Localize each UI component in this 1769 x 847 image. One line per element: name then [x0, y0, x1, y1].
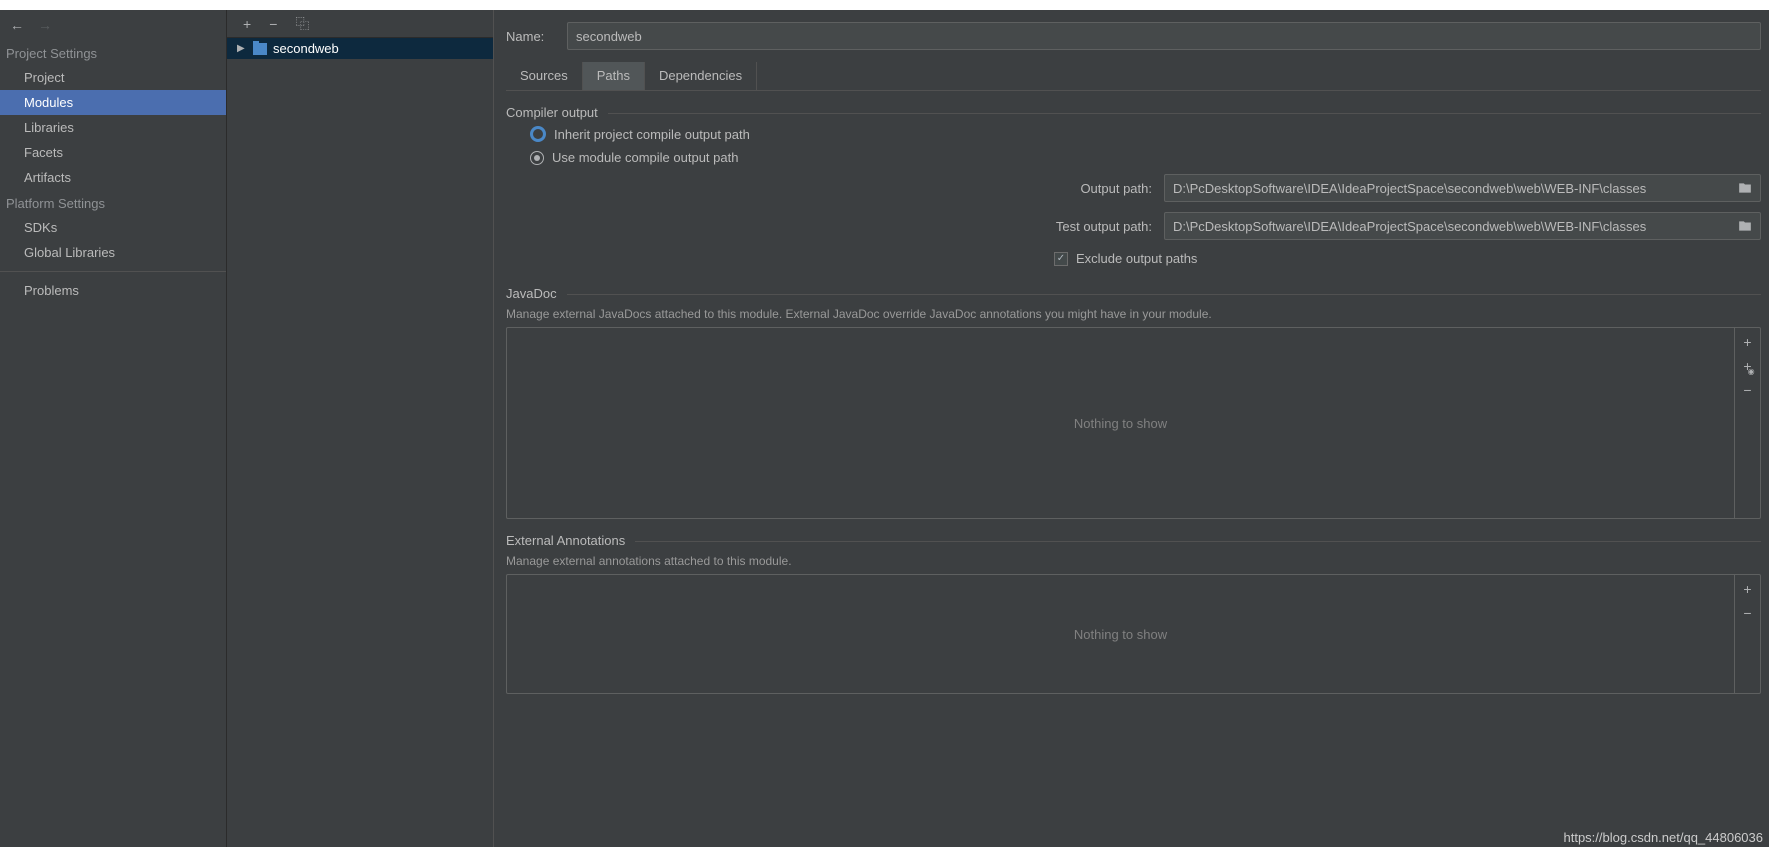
content-pane: Name: Sources Paths Dependencies Compile… — [494, 10, 1769, 847]
titlebar — [0, 0, 1769, 10]
section-project-settings: Project Settings — [0, 40, 226, 65]
module-tree-item[interactable]: ▶ secondweb — [227, 38, 493, 59]
ext-ann-label: External Annotations — [506, 533, 1761, 548]
exclude-output-label: Exclude output paths — [1076, 251, 1197, 266]
radio-inherit[interactable]: Inherit project compile output path — [506, 122, 1761, 146]
javadoc-list: Nothing to show + +◉ − — [506, 327, 1761, 519]
ext-ann-empty-text: Nothing to show — [507, 575, 1734, 693]
sidebar-item-modules[interactable]: Modules — [0, 90, 226, 115]
nav-forward-icon[interactable]: → — [38, 17, 52, 33]
module-tree-pane: + − ⿻ ▶ secondweb — [227, 10, 494, 847]
ext-ann-list: Nothing to show + − — [506, 574, 1761, 694]
ext-ann-add-icon[interactable]: + — [1743, 581, 1751, 597]
tabs: Sources Paths Dependencies — [506, 62, 1761, 91]
javadoc-empty-text: Nothing to show — [507, 328, 1734, 518]
javadoc-label: JavaDoc — [506, 286, 1761, 301]
compiler-output-label: Compiler output — [506, 105, 1761, 120]
javadoc-info: Manage external JavaDocs attached to thi… — [506, 303, 1761, 327]
tab-dependencies[interactable]: Dependencies — [645, 62, 757, 90]
sidebar-item-global-libraries[interactable]: Global Libraries — [0, 240, 226, 265]
tab-sources[interactable]: Sources — [506, 62, 583, 90]
sidebar-item-problems[interactable]: Problems — [0, 278, 226, 303]
sidebar-item-artifacts[interactable]: Artifacts — [0, 165, 226, 190]
ext-ann-remove-icon[interactable]: − — [1743, 605, 1751, 621]
section-platform-settings: Platform Settings — [0, 190, 226, 215]
output-path-input[interactable] — [1165, 175, 1736, 201]
test-output-path-input[interactable] — [1165, 213, 1736, 239]
ext-ann-info: Manage external annotations attached to … — [506, 550, 1761, 574]
remove-module-icon[interactable]: − — [269, 16, 277, 32]
exclude-output-checkbox[interactable]: ✓ — [1054, 252, 1068, 266]
javadoc-remove-icon[interactable]: − — [1743, 382, 1751, 398]
javadoc-add-url-icon[interactable]: +◉ — [1743, 358, 1751, 374]
tree-expand-icon[interactable]: ▶ — [237, 43, 247, 54]
nav-back-icon[interactable]: ← — [10, 17, 24, 33]
browse-folder-icon[interactable] — [1736, 219, 1754, 233]
radio-unselected-icon — [530, 126, 546, 142]
module-name: secondweb — [273, 41, 339, 56]
sidebar-item-libraries[interactable]: Libraries — [0, 115, 226, 140]
javadoc-add-icon[interactable]: + — [1743, 334, 1751, 350]
divider — [0, 271, 226, 272]
name-label: Name: — [506, 29, 551, 44]
module-name-input[interactable] — [567, 22, 1761, 50]
sidebar-item-project[interactable]: Project — [0, 65, 226, 90]
tab-paths[interactable]: Paths — [583, 62, 645, 90]
watermark: https://blog.csdn.net/qq_44806036 — [1564, 830, 1764, 845]
sidebar-item-facets[interactable]: Facets — [0, 140, 226, 165]
radio-selected-icon — [530, 151, 544, 165]
sidebar: ← → Project Settings Project Modules Lib… — [0, 10, 227, 847]
tree-toolbar: + − ⿻ — [227, 10, 493, 38]
module-folder-icon — [253, 43, 267, 55]
copy-module-icon[interactable]: ⿻ — [295, 14, 309, 34]
add-module-icon[interactable]: + — [243, 16, 251, 32]
test-output-path-label: Test output path: — [1056, 219, 1152, 234]
sidebar-item-sdks[interactable]: SDKs — [0, 215, 226, 240]
output-path-label: Output path: — [1080, 181, 1152, 196]
browse-folder-icon[interactable] — [1736, 181, 1754, 195]
radio-use-module[interactable]: Use module compile output path — [506, 146, 1761, 169]
